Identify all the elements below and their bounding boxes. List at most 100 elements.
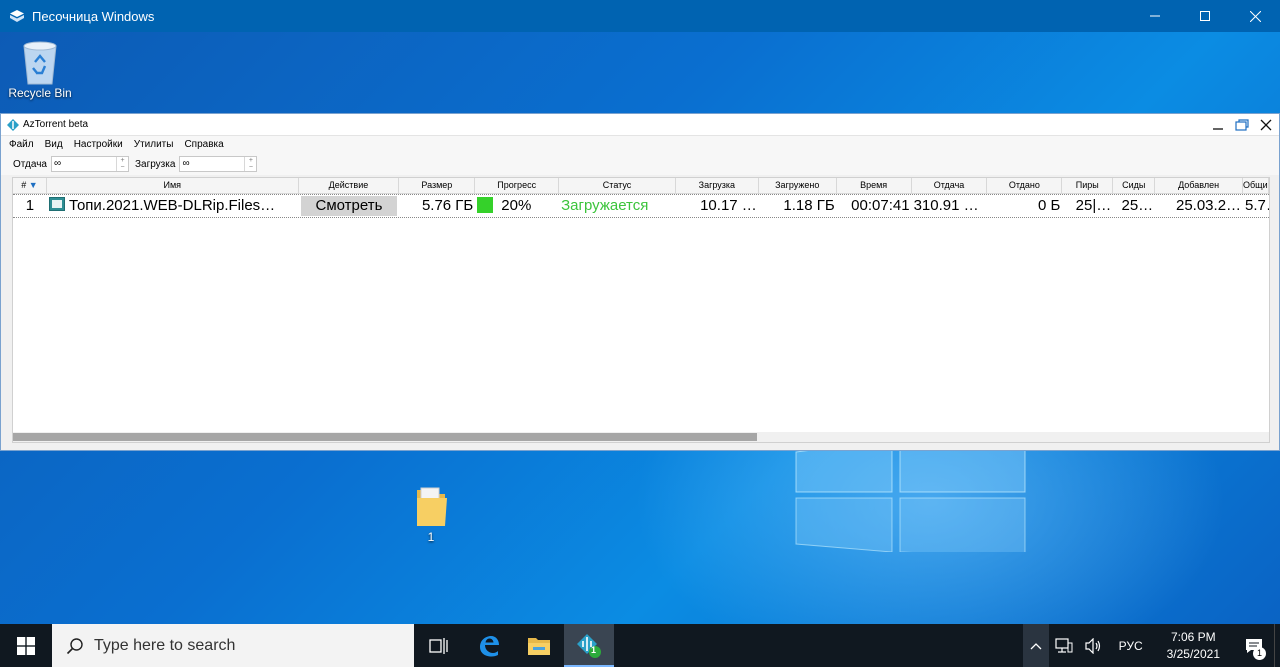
column-header-name[interactable]: Имя [47,178,299,193]
column-header-peers[interactable]: Пиры [1062,178,1114,193]
upload-limit-input[interactable]: ∞ + − [50,156,129,172]
column-header-progress[interactable]: Прогресс [475,178,560,193]
sandbox-title: Песочница Windows [32,8,155,24]
edge-button[interactable] [464,624,514,667]
network-icon [1054,637,1073,653]
menu-utilities[interactable]: Утилиты [134,139,174,150]
row-progress: 20% [501,197,532,214]
network-button[interactable] [1049,624,1079,667]
watch-button[interactable]: Смотреть [300,196,397,216]
column-header-downloaded[interactable]: Загружено [759,178,837,193]
speaker-icon [1084,637,1100,654]
upload-limit-stepper[interactable]: + − [115,157,128,171]
close-icon [1249,10,1261,22]
task-view-icon [429,637,448,654]
search-icon [66,637,83,654]
speed-limit-bar: Отдача ∞ + − Загрузка ∞ + − [1,153,1279,175]
sandbox-app-icon [10,10,24,22]
folder-label: 1 [427,530,435,544]
column-header-uploaded[interactable]: Отдано [987,178,1063,193]
menu-settings[interactable]: Настройки [74,139,123,150]
column-header-download-speed[interactable]: Загрузка [676,178,759,193]
column-header-added[interactable]: Добавлен [1155,178,1244,193]
download-limit-input[interactable]: ∞ + − [179,156,258,172]
row-uploaded: 0 Б [1037,197,1061,214]
task-view-button[interactable] [414,624,464,667]
aztorrent-badge: 1 [591,645,597,655]
row-name: Топи.2021.WEB-DLRip.Files… [68,197,276,214]
close-icon [1260,119,1272,131]
column-header-upload-speed[interactable]: Отдача [912,178,988,193]
column-header-seeds[interactable]: Сиды [1113,178,1156,193]
sort-desc-icon: ▼ [28,180,38,190]
row-size: 5.76 ГБ [421,197,474,214]
taskbar: Type here to search 1 РУС 7:06 PM 3/25/2… [0,624,1280,667]
row-peers: 25|… [1075,197,1112,214]
row-upload-speed: 310.91 … [913,197,979,214]
volume-button[interactable] [1079,624,1109,667]
taskbar-search-box[interactable]: Type here to search [52,624,414,667]
spin-down-icon[interactable]: − [117,164,128,171]
show-desktop-button[interactable] [1274,624,1280,667]
upload-limit-value: ∞ [53,158,62,169]
row-time: 00:07:41 [851,197,910,214]
maximize-icon [1200,11,1210,21]
file-explorer-button[interactable] [514,624,564,667]
aztorrent-taskbar-icon [577,633,601,658]
row-download-speed: 10.17 … [700,197,757,214]
column-header-index[interactable]: # ▼ [13,178,47,193]
column-header-size[interactable]: Размер [399,178,476,193]
chevron-up-icon [1030,642,1042,649]
sandbox-window-controls [1130,0,1280,32]
notification-count-badge: 1 [1253,647,1266,660]
menu-help[interactable]: Справка [184,139,223,150]
download-limit-stepper[interactable]: + − [244,157,256,171]
spin-up-icon[interactable]: + [117,157,128,164]
minimize-button[interactable] [1130,0,1180,32]
row-status: Загружается [561,197,649,214]
column-header-total[interactable]: Общий [1243,178,1269,193]
aztorrent-window: AzTorrent beta Файл Вид Настройки Утилит… [0,113,1280,451]
aztorrent-app-icon [7,118,19,131]
folder-icon [417,487,447,526]
spin-up-icon[interactable]: + [245,157,256,164]
menu-view[interactable]: Вид [45,139,63,150]
recycle-bin-shortcut[interactable]: Recycle Bin [4,38,76,100]
download-limit-label: Загрузка [134,158,176,170]
row-downloaded: 1.18 ГБ [783,197,835,214]
maximize-button[interactable] [1180,0,1230,32]
row-total: 5.7… [1245,197,1269,214]
close-button[interactable] [1230,0,1280,32]
row-progress-cell: 20% [475,195,559,217]
column-header-action[interactable]: Действие [299,178,400,193]
row-added: 25.03.2… [1175,197,1242,214]
recycle-bin-label: Recycle Bin [8,86,72,100]
aztorrent-title: AzTorrent beta [23,119,89,130]
minimize-icon [1213,128,1223,130]
spin-down-icon[interactable]: − [245,164,256,171]
az-minimize-button[interactable] [1209,116,1227,134]
column-header-time[interactable]: Время [837,178,912,193]
horizontal-scrollbar[interactable] [13,432,1269,442]
start-button[interactable] [0,624,52,667]
row-index: 1 [25,197,35,214]
taskbar-clock[interactable]: 7:06 PM 3/25/2021 [1153,629,1234,663]
table-row[interactable]: 1 Топи.2021.WEB-DLRip.Files… Смотреть 5.… [13,194,1269,218]
sandbox-titlebar[interactable]: Песочница Windows [0,0,1280,32]
video-file-icon [48,197,65,211]
input-language-indicator[interactable]: РУС [1109,624,1153,667]
windows-start-icon [17,636,35,655]
az-close-button[interactable] [1257,116,1275,134]
folder-shortcut[interactable]: 1 [405,484,457,544]
action-center-button[interactable]: 1 [1234,624,1274,667]
column-header-status[interactable]: Статус [559,178,676,193]
scrollbar-thumb[interactable] [13,433,757,441]
show-hidden-icons-button[interactable] [1022,624,1049,667]
aztorrent-window-controls [1209,116,1275,134]
aztorrent-titlebar[interactable]: AzTorrent beta [1,114,1279,136]
menu-file[interactable]: Файл [9,139,34,150]
aztorrent-taskbar-button[interactable]: 1 [564,624,614,667]
az-restore-button[interactable] [1233,116,1251,134]
progress-indicator [477,197,494,213]
search-placeholder: Type here to search [94,636,236,654]
